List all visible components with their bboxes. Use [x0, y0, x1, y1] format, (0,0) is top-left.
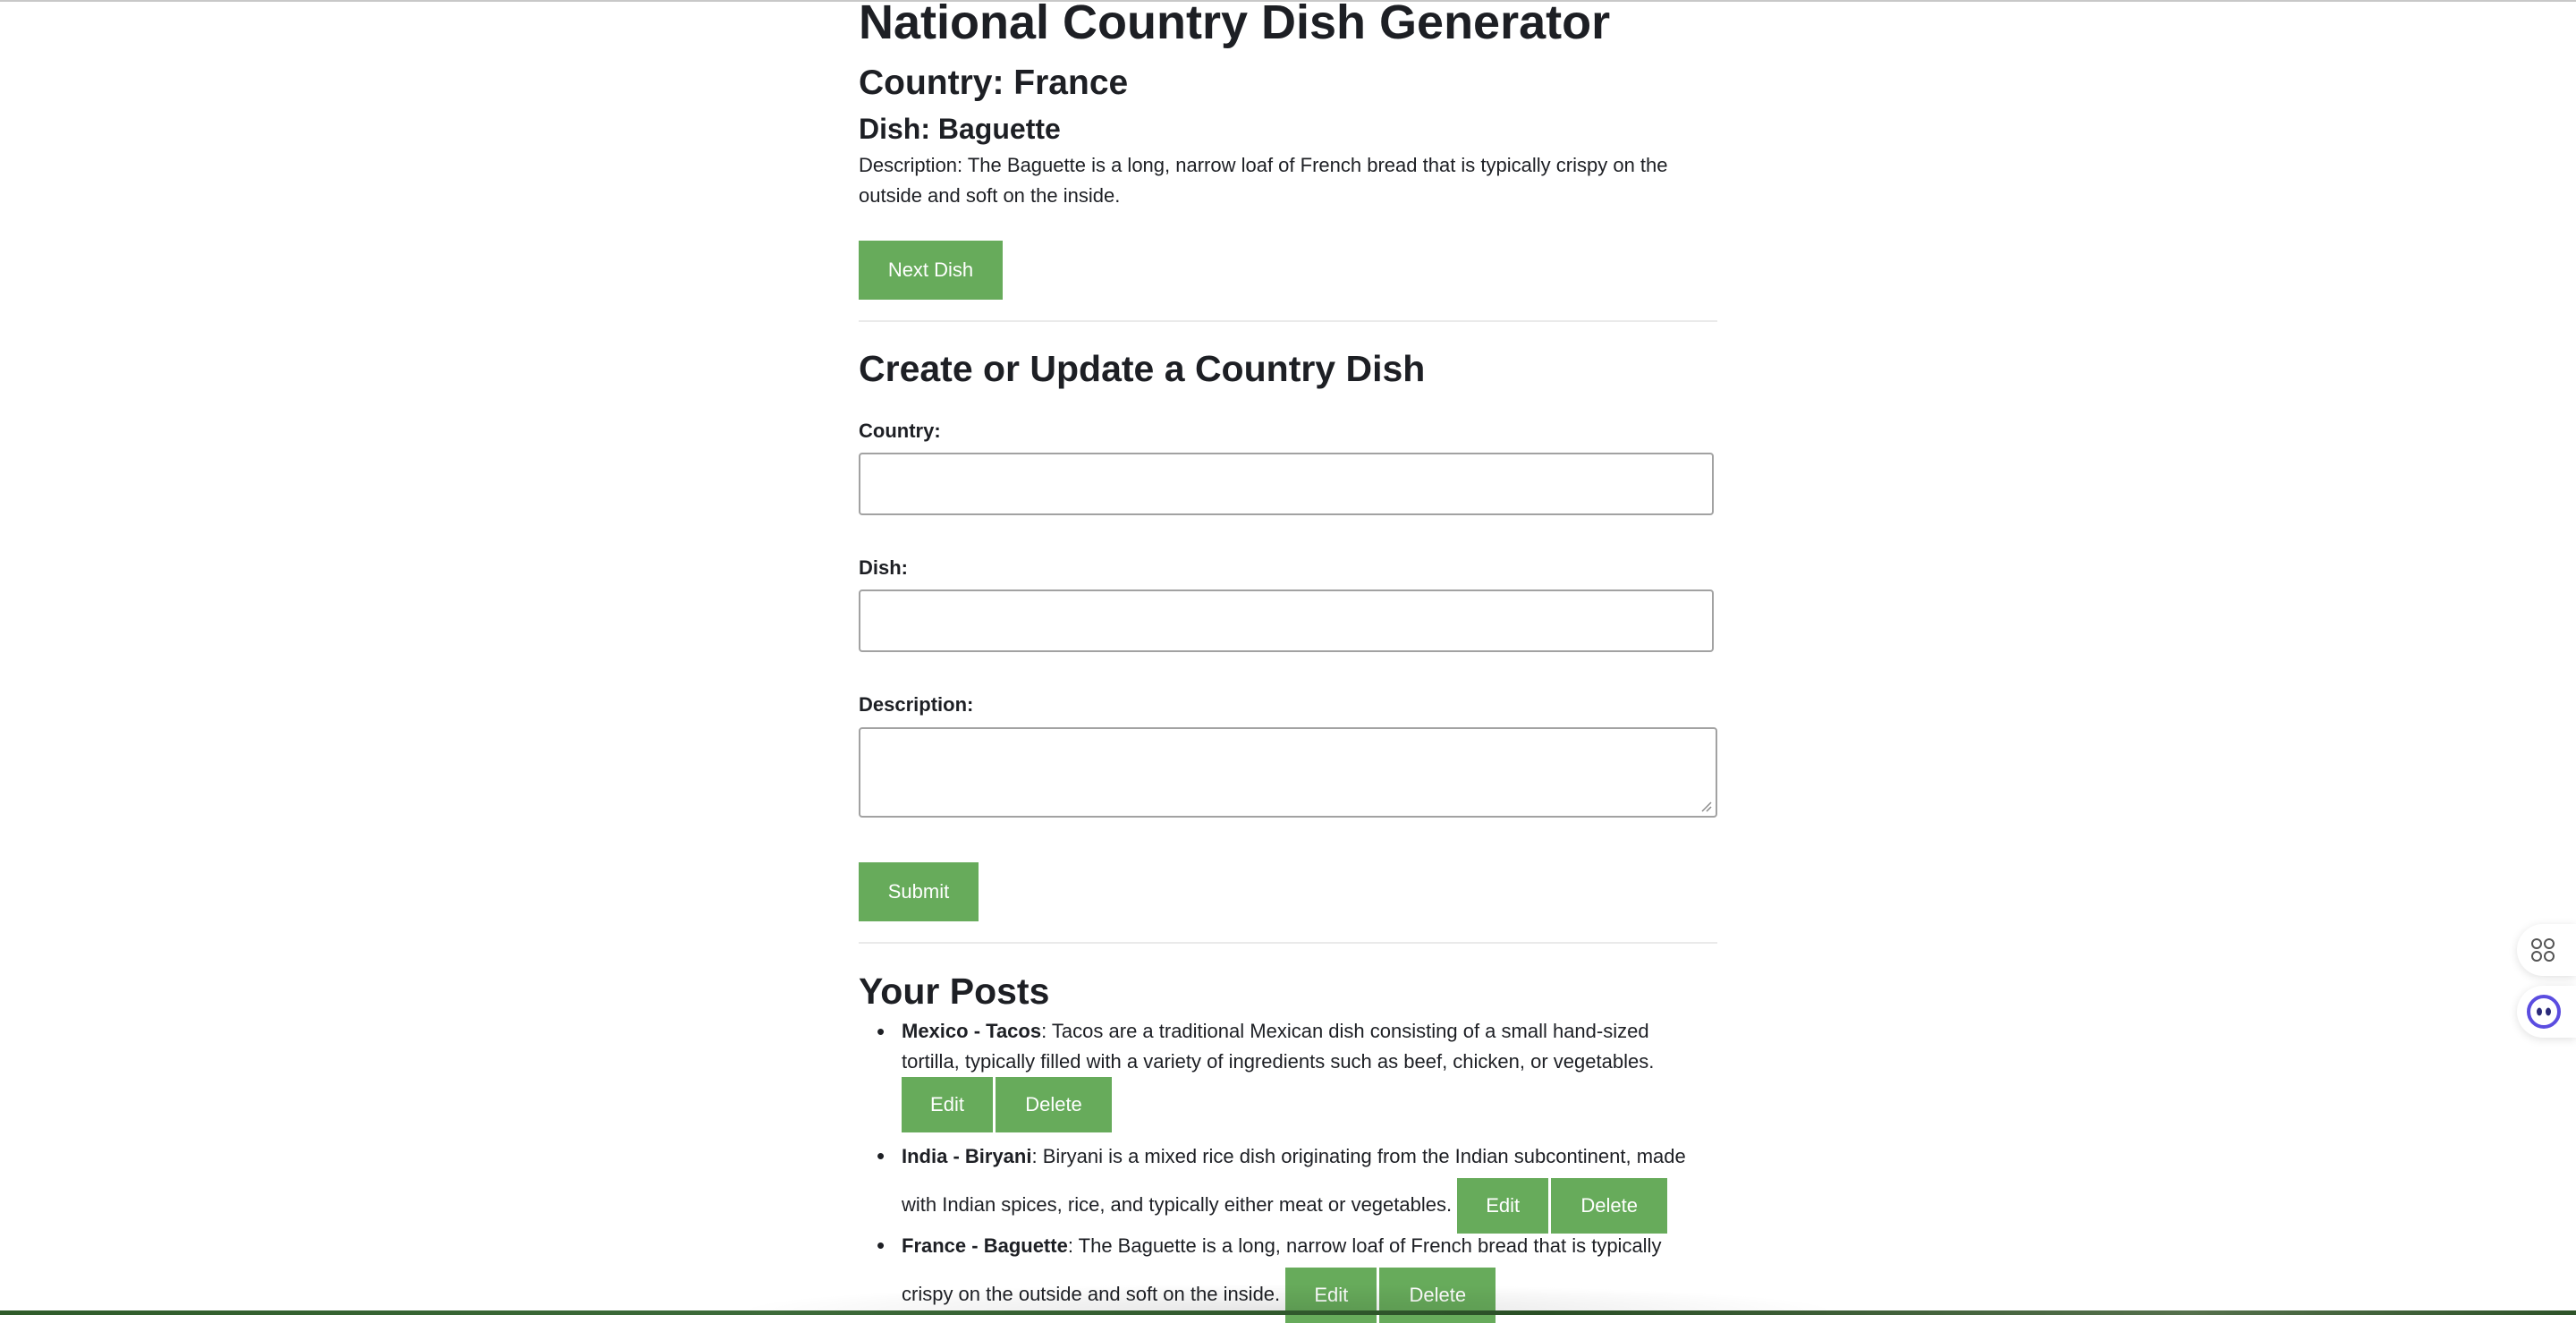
current-country: Country: France [859, 63, 1128, 104]
list-item: Mexico - Tacos: Tacos are a traditional … [902, 1016, 1707, 1132]
bottom-edge [0, 1310, 2576, 1315]
country-input[interactable] [859, 453, 1714, 515]
post-heading: Mexico - Tacos [902, 1020, 1041, 1042]
country-label: Country: [859, 420, 941, 443]
apps-grid-icon [2529, 937, 2556, 963]
form-title: Create or Update a Country Dish [859, 347, 1425, 390]
list-item: India - Biryani: Biryani is a mixed rice… [902, 1134, 1707, 1234]
next-dish-button[interactable]: Next Dish [859, 241, 1003, 300]
dish-input[interactable] [859, 589, 1714, 652]
edit-button[interactable]: Edit [902, 1077, 993, 1132]
dish-label: Dish: [859, 556, 908, 580]
assistant-face-icon [2526, 994, 2562, 1030]
divider [859, 320, 1717, 322]
description-label: Description: [859, 693, 973, 717]
delete-button[interactable]: Delete [996, 1077, 1112, 1132]
apps-widget[interactable] [2517, 924, 2576, 976]
divider [859, 942, 1717, 944]
submit-button[interactable]: Submit [859, 862, 979, 921]
posts-title: Your Posts [859, 970, 1049, 1013]
assistant-widget[interactable] [2517, 986, 2576, 1038]
post-heading: France - Baguette [902, 1234, 1068, 1257]
resize-grip-icon[interactable] [1699, 800, 1712, 812]
list-item: France - Baguette: The Baguette is a lon… [902, 1224, 1707, 1323]
post-heading: India - Biryani [902, 1145, 1031, 1167]
current-dish: Dish: Baguette [859, 111, 1061, 147]
current-description: Description: The Baguette is a long, nar… [859, 150, 1699, 211]
page-title: National Country Dish Generator [859, 0, 1610, 50]
description-textarea[interactable] [859, 727, 1717, 818]
